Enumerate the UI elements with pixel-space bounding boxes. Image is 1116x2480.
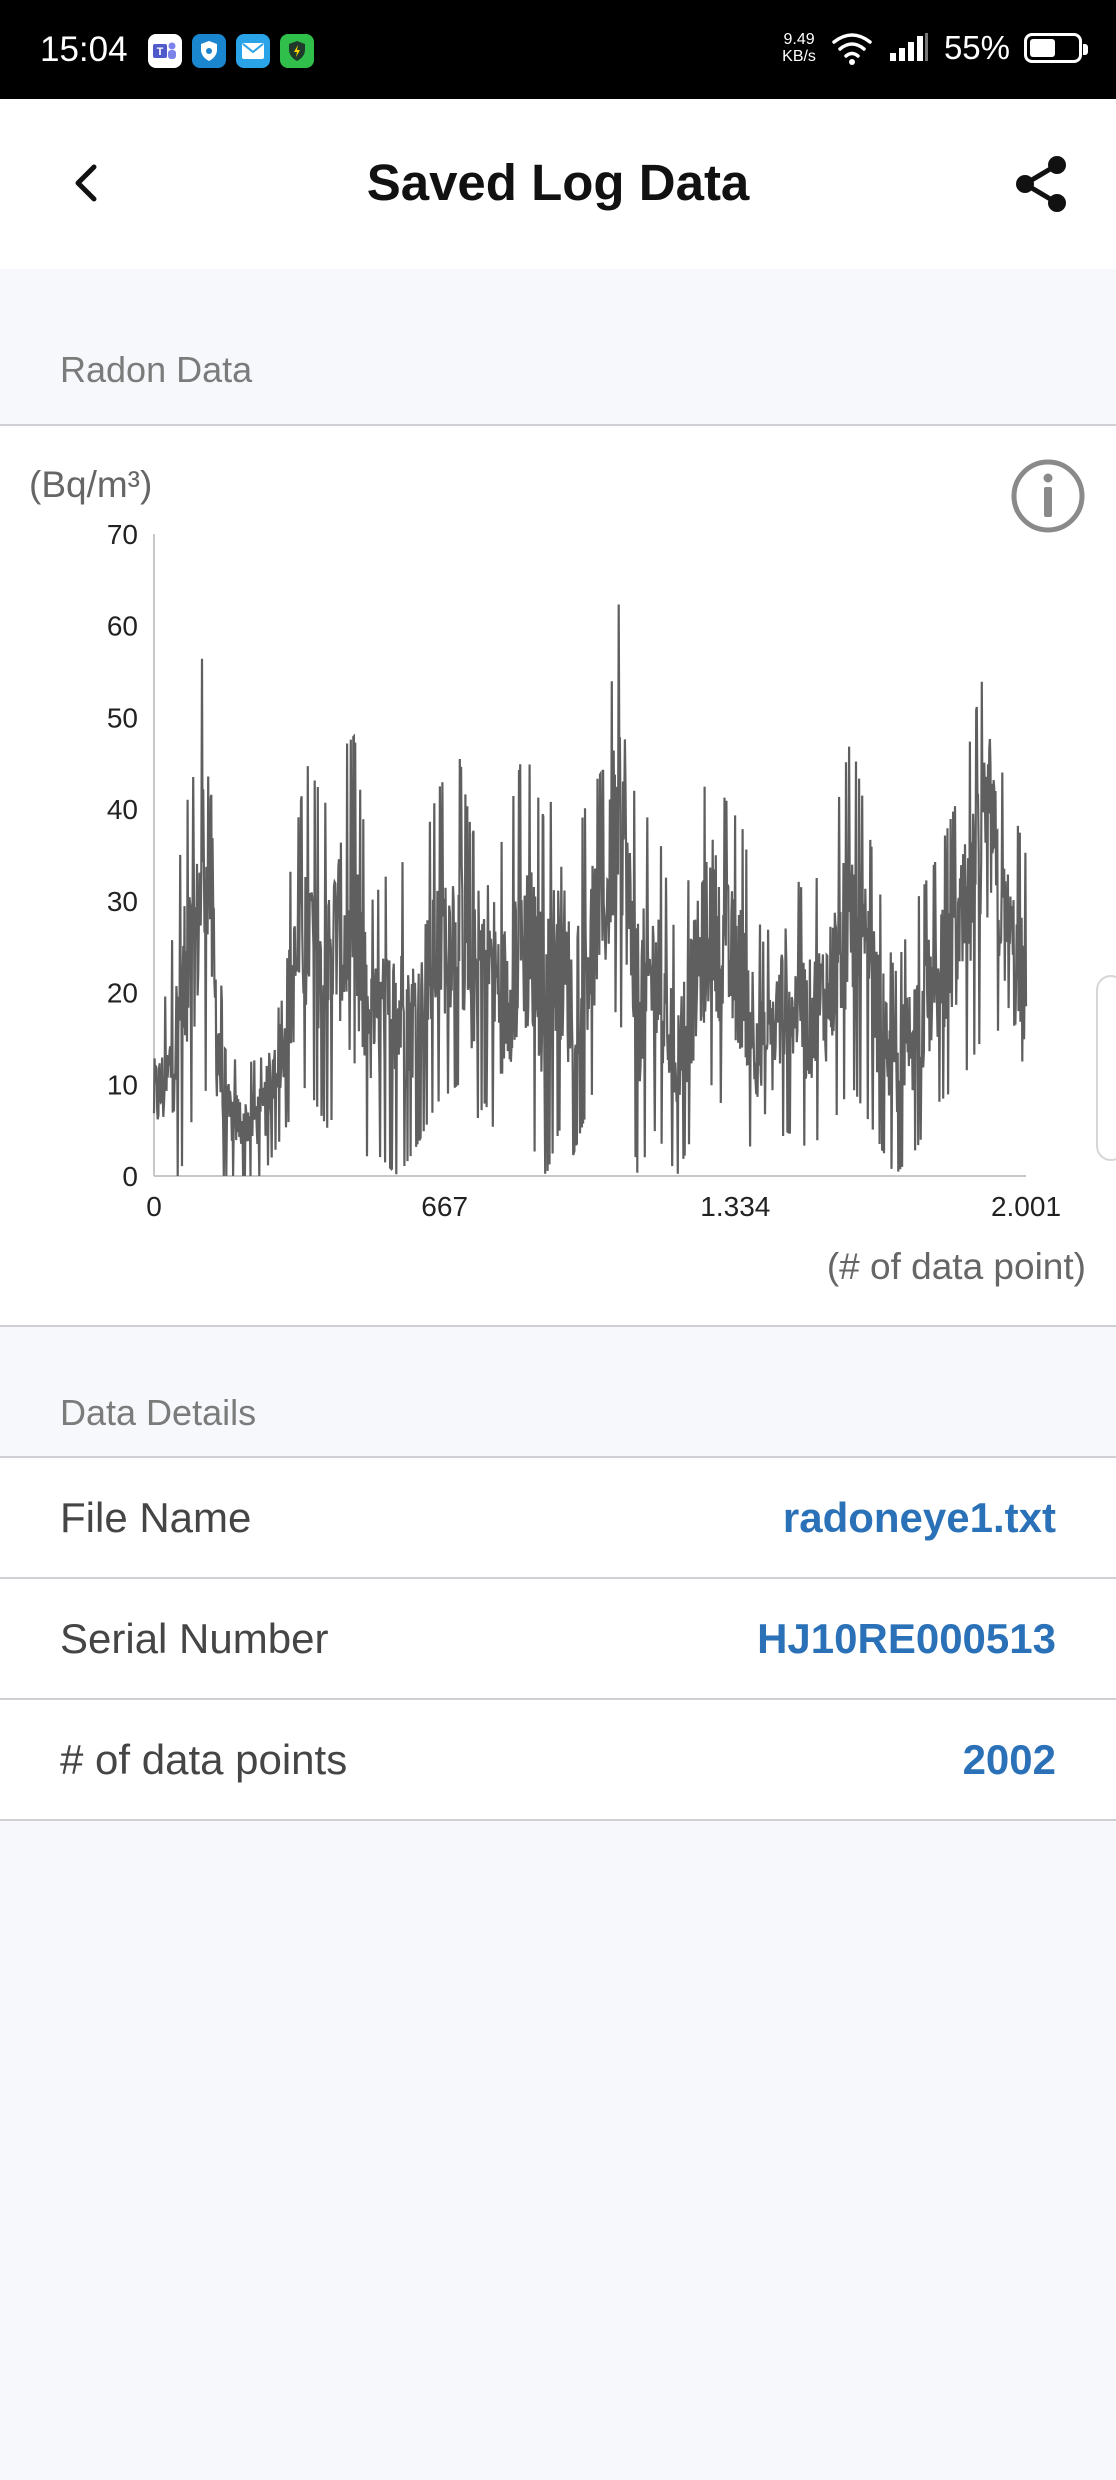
network-speed: 9.49 KB/s	[782, 31, 816, 65]
battery-fill	[1030, 39, 1056, 57]
y-tick-label: 10	[107, 1069, 138, 1100]
share-icon	[1016, 156, 1066, 212]
status-time: 15:04	[40, 30, 128, 69]
detail-label: # of data points	[60, 1736, 348, 1783]
radon-section-header: Radon Data	[60, 349, 253, 390]
x-axis-title: (# of data point)	[826, 1246, 1086, 1287]
detail-row-data-points: # of data points 2002	[0, 1700, 1116, 1821]
x-tick-label: 2.001	[991, 1191, 1061, 1222]
detail-value: HJ10RE000513	[757, 1615, 1056, 1662]
y-tick-label: 70	[107, 519, 138, 550]
signal-icon	[889, 33, 928, 61]
status-right: 9.49 KB/s 55%	[782, 28, 1088, 68]
radon-chart[interactable]: 0 10 20 30 40 50 60 70 0 667 1.334 2.001	[0, 426, 1116, 1329]
svg-text:T: T	[157, 46, 164, 58]
shield-app-icon	[192, 34, 226, 68]
notification-icons: T	[148, 34, 314, 68]
wifi-icon	[832, 33, 872, 65]
detail-value: 2002	[962, 1736, 1056, 1783]
y-axis-unit-label: (Bq/m³)	[29, 464, 153, 505]
y-tick-label: 60	[107, 611, 138, 642]
teams-icon: T	[148, 34, 182, 68]
share-button[interactable]	[1006, 149, 1076, 219]
details-section-header: Data Details	[60, 1392, 257, 1433]
side-drawer-handle[interactable]	[1096, 975, 1116, 1161]
radon-chart-card: 0 10 20 30 40 50 60 70 0 667 1.334 2.001 (Bq/m³) (#…	[0, 424, 1116, 1327]
x-tick-label: 0	[146, 1191, 162, 1222]
y-tick-label: 40	[107, 794, 138, 825]
detail-row-serial-number: Serial Number HJ10RE000513	[0, 1579, 1116, 1700]
x-tick-label: 1.334	[700, 1191, 770, 1222]
radon-series-line	[152, 604, 1028, 1177]
battery-percent: 55%	[943, 29, 1010, 66]
data-details-list: File Name radoneye1.txt Serial Number HJ…	[0, 1456, 1116, 1821]
mail-icon	[236, 34, 270, 68]
detail-row-file-name: File Name radoneye1.txt	[0, 1458, 1116, 1579]
y-tick-label: 0	[122, 1161, 138, 1192]
security-lock-icon	[280, 34, 314, 68]
x-tick-label: 667	[421, 1191, 468, 1222]
y-tick-label: 30	[107, 886, 138, 917]
detail-value: radoneye1.txt	[782, 1494, 1056, 1541]
page-title: Saved Log Data	[366, 154, 750, 211]
app-bar: Saved Log Data	[0, 99, 1116, 269]
info-icon[interactable]	[1010, 458, 1086, 534]
y-tick-label: 50	[107, 702, 138, 733]
status-bar: 15:04 T 9.49 KB/s 55%	[0, 0, 1116, 99]
battery-icon	[1024, 33, 1088, 63]
detail-label: Serial Number	[60, 1615, 329, 1662]
detail-label: File Name	[60, 1494, 252, 1541]
y-tick-label: 20	[107, 978, 138, 1009]
